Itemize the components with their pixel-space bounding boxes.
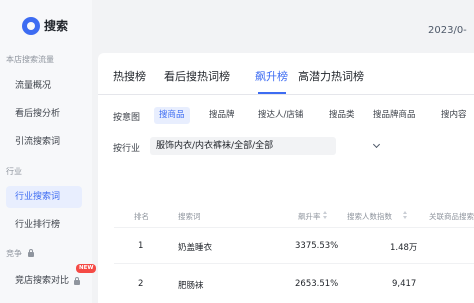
intent-option-category[interactable]: 搜品类 <box>324 107 360 124</box>
sidebar-item-after-view-search[interactable]: 看后搜分析 <box>6 103 82 125</box>
sidebar-item-industry-ranking[interactable]: 行业排行榜 <box>6 214 82 236</box>
app-title: 搜索 <box>44 19 69 33</box>
chevron-down-icon <box>372 140 381 149</box>
tab-high-potential[interactable]: 高潜力热词榜 <box>298 68 364 84</box>
table-divider <box>114 263 474 264</box>
date-range[interactable]: 2023/0- <box>428 25 467 36</box>
sidebar-item-traffic-overview[interactable]: 流量概况 <box>6 75 82 97</box>
table-header <box>98 203 474 227</box>
table-row-rank: 1 <box>138 241 144 251</box>
section-competition: 竞争 <box>6 249 22 258</box>
sidebar: 搜索 本店搜索流量 流量概况 看后搜分析 引流搜索词 行业 行业搜索词 行业排行… <box>0 0 97 303</box>
tab-after-view-hot-words[interactable]: 看后搜热词榜 <box>164 68 230 84</box>
column-header-rank: 排名 <box>134 212 149 221</box>
industry-select[interactable]: 服饰内衣/内衣裤袜/全部/全部 <box>150 137 381 155</box>
section-industry: 行业 <box>6 167 22 176</box>
new-badge: NEW <box>76 264 97 273</box>
sort-icon[interactable] <box>323 211 328 220</box>
table-row-rise-rate: 3375.53% <box>295 241 339 251</box>
tab-hot-search[interactable]: 热搜榜 <box>113 68 146 84</box>
lock-icon <box>28 249 34 257</box>
tab-rising[interactable]: 飙升榜 <box>255 68 288 84</box>
table-row-search-index: 1.48万 <box>390 243 418 253</box>
sidebar-item-traffic-keywords[interactable]: 引流搜索词 <box>6 131 82 153</box>
column-header-keyword: 搜索词 <box>178 212 201 221</box>
table-row-keyword[interactable]: 肥肠袜 <box>178 279 204 291</box>
table-divider <box>114 227 474 228</box>
intent-option-brand[interactable]: 搜品牌 <box>204 107 240 124</box>
column-header-search-index[interactable]: 搜索人数指数 <box>347 211 392 222</box>
intent-option-creator-store[interactable]: 搜达人/店铺 <box>253 107 308 124</box>
column-header-related-product-search[interactable]: 关联商品搜索 <box>429 211 474 222</box>
industry-filter-label: 按行业 <box>113 144 141 154</box>
table-row-search-index: 9,417 <box>392 279 417 289</box>
search-logo-icon <box>22 17 40 35</box>
tabs-divider <box>98 94 474 95</box>
sort-icon[interactable] <box>403 211 408 220</box>
sidebar-item-industry-keywords[interactable]: 行业搜索词 <box>6 186 82 208</box>
intent-option-product[interactable]: 搜商品 <box>154 107 190 124</box>
table-row-keyword[interactable]: 奶盖睡衣 <box>178 241 212 253</box>
lock-icon <box>74 277 80 285</box>
table-row-rank: 2 <box>138 279 144 289</box>
table-row-rise-rate: 2653.51% <box>295 279 339 289</box>
main-panel: 热搜榜 看后搜热词榜 飙升榜 高潜力热词榜 按意图 搜商品 搜品牌 搜达人/店铺… <box>98 53 474 303</box>
intent-option-content[interactable]: 搜内容 <box>436 107 472 124</box>
section-store-search-traffic: 本店搜索流量 <box>6 55 54 64</box>
sidebar-item-competitor-comparison[interactable]: 竞店搜索对比 <box>6 270 82 292</box>
industry-select-value: 服饰内衣/内衣裤袜/全部/全部 <box>156 141 274 151</box>
column-header-rise-rate[interactable]: 飙升率 <box>298 211 321 222</box>
intent-filter-label: 按意图 <box>113 113 141 123</box>
intent-option-brand-product[interactable]: 搜品牌商品 <box>368 107 421 124</box>
